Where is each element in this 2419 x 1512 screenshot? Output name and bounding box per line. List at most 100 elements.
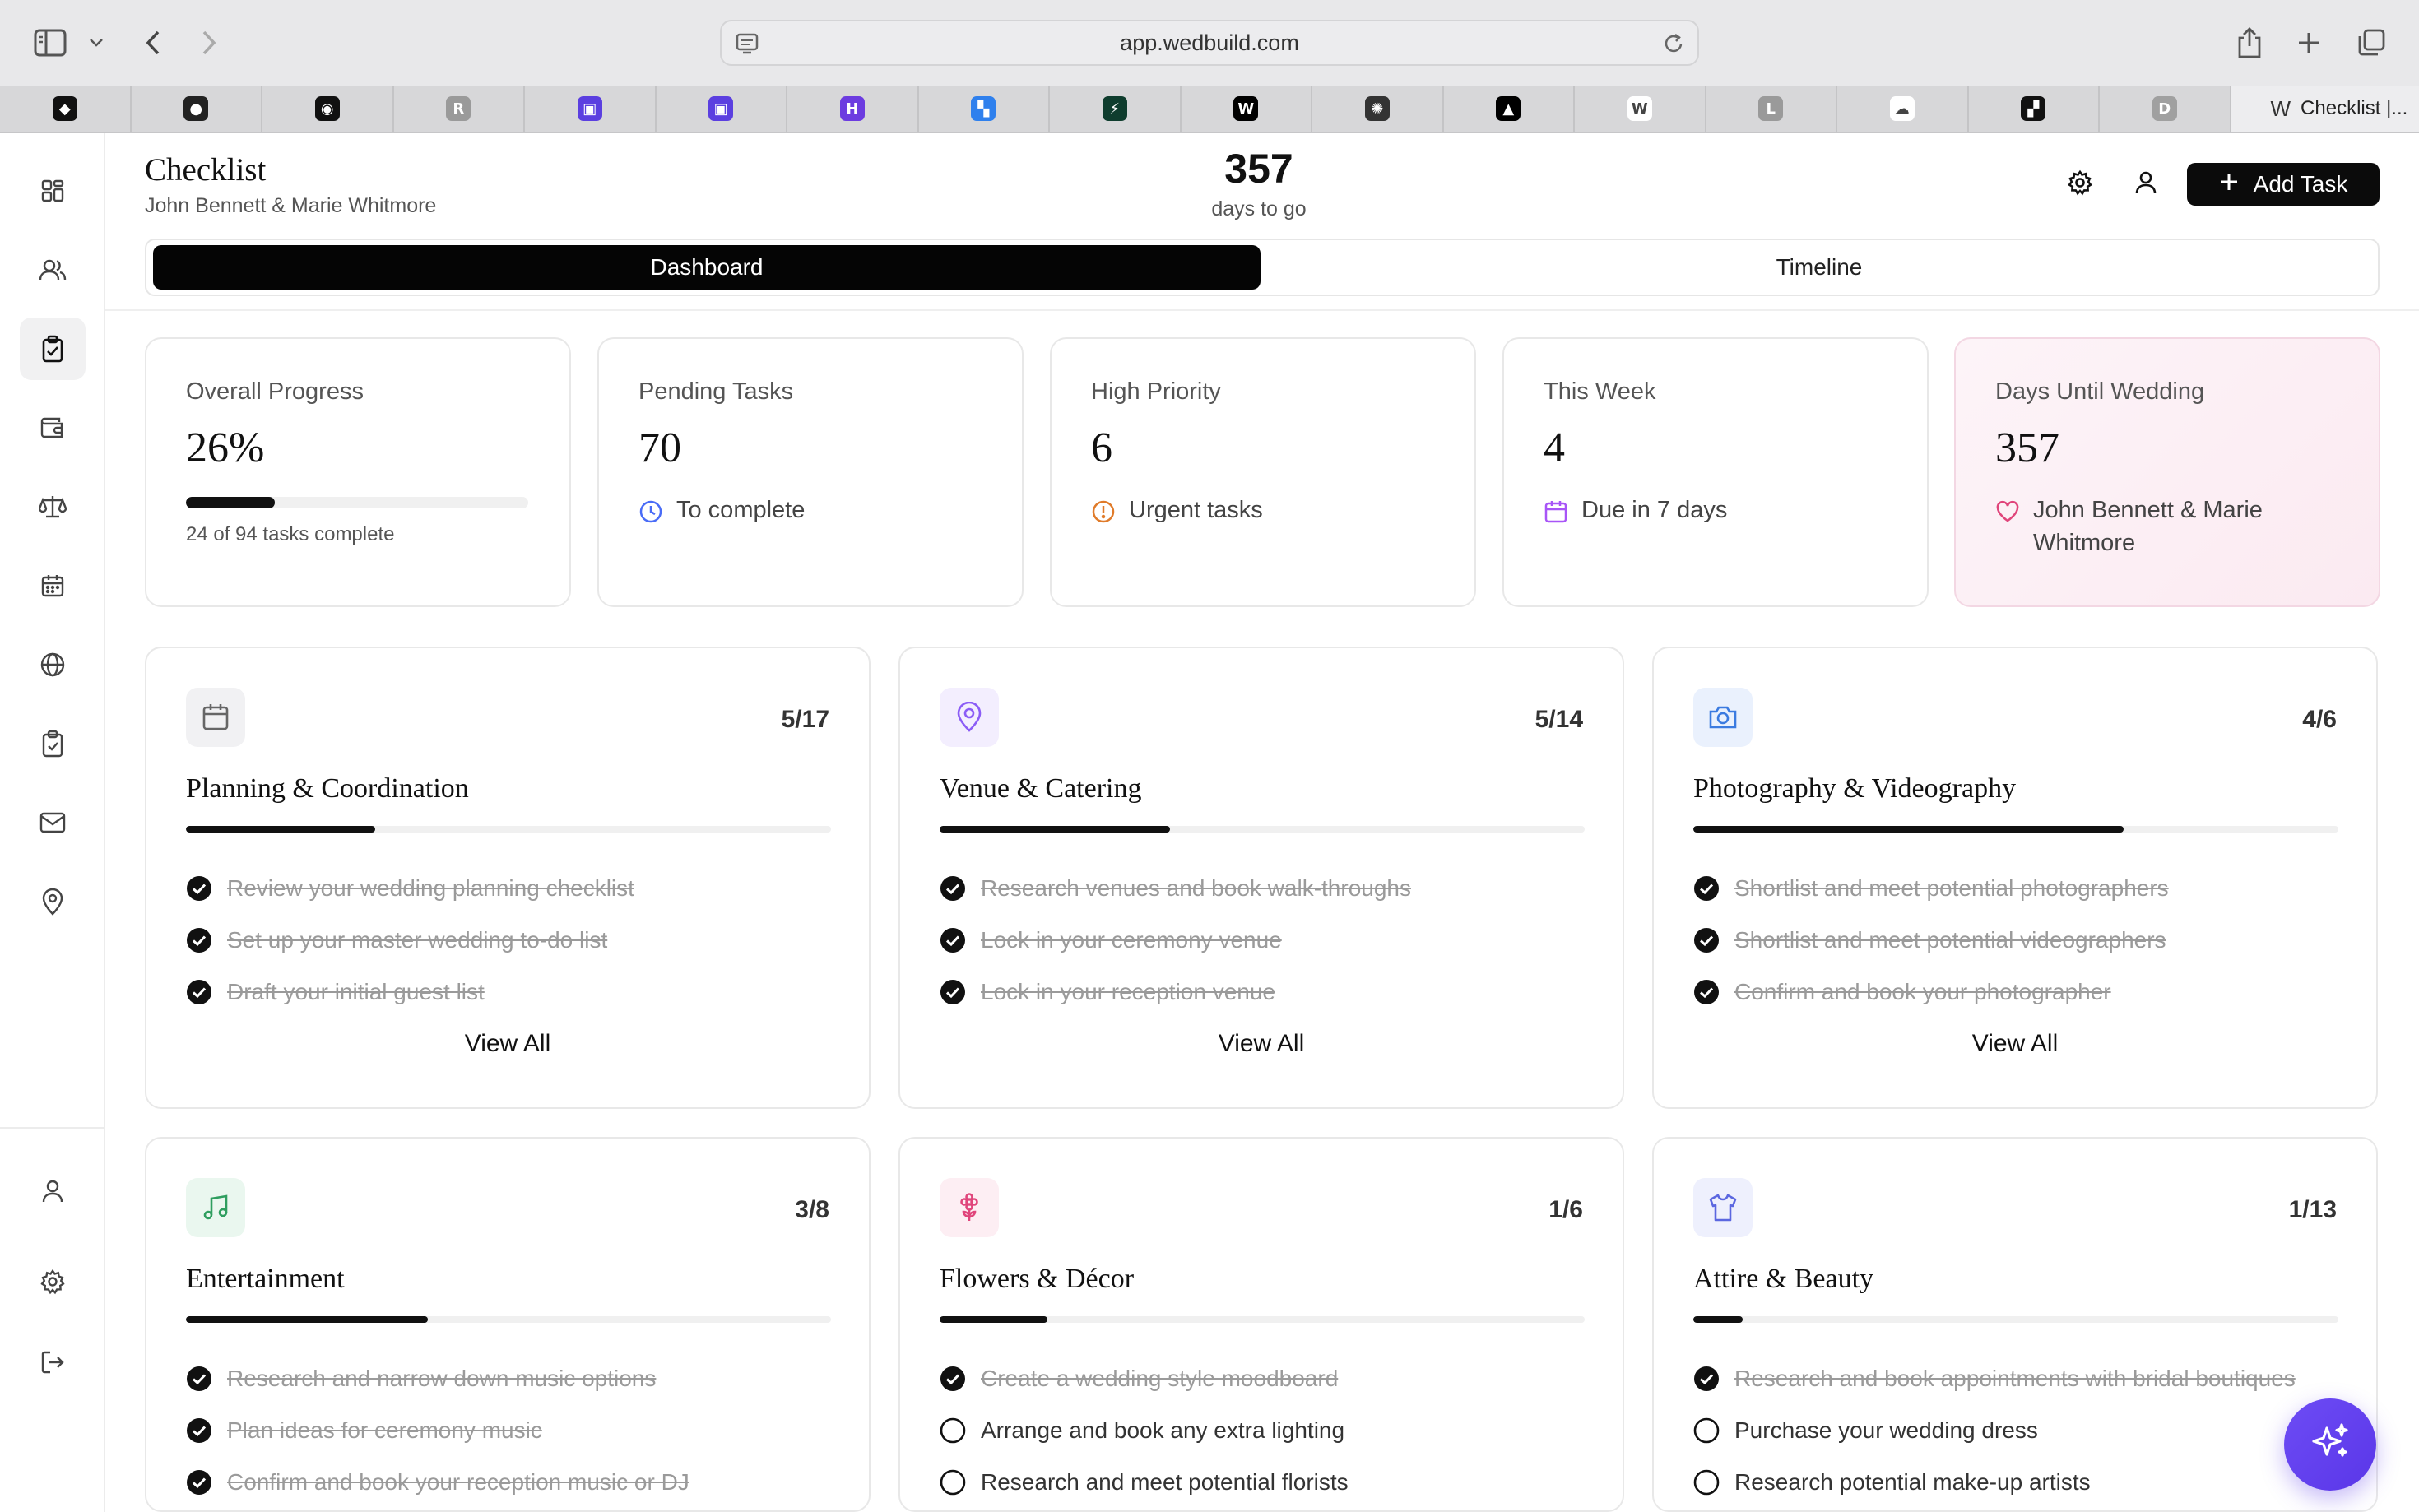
browser-tab[interactable]: ◆ xyxy=(0,86,132,132)
stat-value: 6 xyxy=(1091,424,1112,471)
checked-circle-icon[interactable] xyxy=(186,1414,212,1453)
checked-circle-icon[interactable] xyxy=(940,872,966,911)
view-all-link[interactable]: View All xyxy=(900,1030,1623,1058)
guests-icon[interactable] xyxy=(20,239,86,301)
stat-value: 70 xyxy=(638,424,681,471)
browser-tab[interactable]: R xyxy=(394,86,525,132)
unchecked-circle-icon[interactable] xyxy=(940,1414,966,1453)
category-progress-fill xyxy=(1693,1316,1743,1323)
tab-overview-icon[interactable] xyxy=(2353,21,2389,64)
browser-tab-active[interactable]: W Checklist |... xyxy=(2231,86,2419,132)
task-item[interactable]: Shortlist and meet potential videographe… xyxy=(1693,924,2338,962)
reload-icon[interactable] xyxy=(1661,31,1686,62)
browser-tab[interactable]: W xyxy=(1182,86,1312,132)
browser-tab[interactable]: L xyxy=(1706,86,1837,132)
location-pin-icon[interactable] xyxy=(20,870,86,933)
settings-icon[interactable] xyxy=(2064,166,2096,199)
wallet-icon[interactable] xyxy=(20,397,86,459)
checklist-icon[interactable] xyxy=(20,318,86,380)
unchecked-circle-icon[interactable] xyxy=(940,1466,966,1505)
browser-tab[interactable]: ▞ xyxy=(1969,86,2100,132)
location-pin-icon xyxy=(940,688,999,747)
task-item[interactable]: Plan ideas for ceremony music xyxy=(186,1414,831,1453)
unchecked-circle-icon[interactable] xyxy=(1693,1414,1720,1453)
ai-assistant-button[interactable] xyxy=(2284,1398,2376,1491)
checked-circle-icon[interactable] xyxy=(1693,1362,1720,1401)
browser-tab[interactable]: ▚ xyxy=(919,86,1050,132)
mail-icon[interactable] xyxy=(20,791,86,854)
days-until-wedding-card: Days Until Wedding 357 John Bennett & Ma… xyxy=(1954,337,2380,607)
stat-value: 26% xyxy=(186,424,265,471)
checked-circle-icon[interactable] xyxy=(1693,872,1720,911)
checked-circle-icon[interactable] xyxy=(1693,924,1720,962)
task-item[interactable]: Purchase your wedding dress xyxy=(1693,1414,2338,1453)
task-item[interactable]: Research and book appointments with brid… xyxy=(1693,1362,2338,1401)
task-item[interactable]: Research venues and book walk-throughs xyxy=(940,872,1585,911)
scale-icon[interactable] xyxy=(20,475,86,538)
back-icon[interactable] xyxy=(137,21,169,64)
browser-tab[interactable]: ▲ xyxy=(1444,86,1575,132)
calendar-icon[interactable] xyxy=(20,554,86,617)
task-item[interactable]: Create a wedding style moodboard xyxy=(940,1362,1585,1401)
sidebar-toggle-icon[interactable] xyxy=(30,21,71,64)
browser-tab[interactable]: D xyxy=(2100,86,2231,132)
stat-label: High Priority xyxy=(1091,378,1221,405)
browser-tab[interactable]: ✺ xyxy=(1312,86,1444,132)
task-item[interactable]: Confirm and book your reception music or… xyxy=(186,1466,831,1505)
task-item[interactable]: Set up your master wedding to-do list xyxy=(186,924,831,962)
task-item[interactable]: Lock in your ceremony venue xyxy=(940,924,1585,962)
view-all-link[interactable]: View All xyxy=(1654,1030,2376,1058)
browser-tab[interactable]: ● xyxy=(132,86,262,132)
task-label: Research and book appointments with brid… xyxy=(1734,1366,2296,1391)
clipboard-icon[interactable] xyxy=(20,712,86,775)
chevron-down-icon[interactable] xyxy=(84,21,109,64)
category-progress-bar xyxy=(186,1316,831,1323)
profile-icon[interactable] xyxy=(20,1160,86,1222)
tab-timeline[interactable]: Timeline xyxy=(1265,245,2373,290)
task-item[interactable]: Arrange and book any extra lighting xyxy=(940,1414,1585,1453)
checked-circle-icon[interactable] xyxy=(186,976,212,1014)
category-card: 1/6 Flowers & Décor Create a wedding style… xyxy=(898,1137,1624,1512)
add-task-button[interactable]: Add Task xyxy=(2187,163,2380,206)
progress-bar-fill xyxy=(186,497,276,508)
task-item[interactable]: Shortlist and meet potential photographe… xyxy=(1693,872,2338,911)
task-item[interactable]: Research and meet potential florists xyxy=(940,1466,1585,1505)
browser-tab[interactable]: W xyxy=(1575,86,1706,132)
browser-tab[interactable]: H xyxy=(787,86,919,132)
view-all-link[interactable]: View All xyxy=(146,1030,869,1058)
task-label: Purchase your wedding dress xyxy=(1734,1417,2038,1443)
checked-circle-icon[interactable] xyxy=(186,924,212,962)
browser-tab[interactable]: ☁ xyxy=(1837,86,1969,132)
new-tab-icon[interactable] xyxy=(2292,21,2325,64)
share-icon[interactable] xyxy=(2231,21,2268,64)
task-item[interactable]: Review your wedding planning checklist xyxy=(186,872,831,911)
checked-circle-icon[interactable] xyxy=(940,976,966,1014)
task-item[interactable]: Lock in your reception venue xyxy=(940,976,1585,1014)
dashboard-icon[interactable] xyxy=(20,160,86,222)
tab-dashboard[interactable]: Dashboard xyxy=(153,245,1261,290)
checked-circle-icon[interactable] xyxy=(186,1466,212,1505)
browser-tab[interactable]: ▣ xyxy=(525,86,657,132)
browser-tab[interactable]: ◉ xyxy=(262,86,394,132)
checked-circle-icon[interactable] xyxy=(186,1362,212,1401)
user-icon[interactable] xyxy=(2129,166,2162,199)
w-black-favicon: W xyxy=(1233,96,1259,121)
checked-circle-icon[interactable] xyxy=(186,872,212,911)
checked-circle-icon[interactable] xyxy=(940,924,966,962)
browser-tab[interactable]: ▣ xyxy=(657,86,787,132)
checked-circle-icon[interactable] xyxy=(1693,976,1720,1014)
logout-icon[interactable] xyxy=(20,1331,86,1394)
globe-icon[interactable] xyxy=(20,633,86,696)
task-item[interactable]: Research potential make-up artists xyxy=(1693,1466,2338,1505)
github-favicon: ● xyxy=(183,96,209,121)
task-item[interactable]: Research and narrow down music options xyxy=(186,1362,831,1401)
forward-icon[interactable] xyxy=(193,21,225,64)
task-item[interactable]: Confirm and book your photographer xyxy=(1693,976,2338,1014)
site-settings-icon[interactable] xyxy=(735,31,759,62)
task-item[interactable]: Draft your initial guest list xyxy=(186,976,831,1014)
address-bar[interactable]: app.wedbuild.com xyxy=(720,20,1699,66)
browser-tab[interactable]: ⚡ xyxy=(1050,86,1182,132)
settings-icon[interactable] xyxy=(20,1250,86,1313)
unchecked-circle-icon[interactable] xyxy=(1693,1466,1720,1505)
checked-circle-icon[interactable] xyxy=(940,1362,966,1401)
